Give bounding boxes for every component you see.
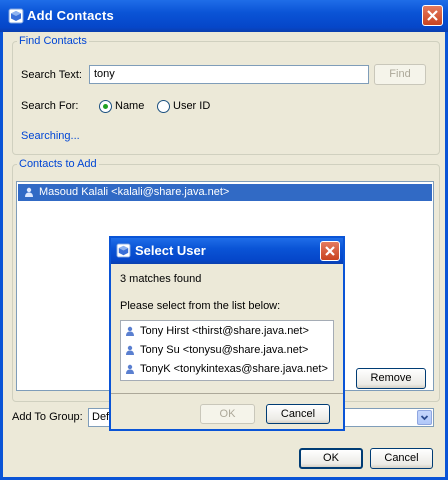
close-icon [427,10,438,21]
radio-name-label[interactable]: Name [115,100,144,112]
search-for-label: Search For: [21,100,79,112]
close-icon [325,246,335,256]
select-user-dialog: Select User 3 matches found Please selec… [109,236,345,431]
app-cube-icon [116,243,131,258]
list-item[interactable]: TonyK <tonykintexas@share.java.net> [125,360,328,378]
radio-user-id[interactable] [157,100,170,113]
search-text-label: Search Text: [21,69,82,81]
select-user-title: Select User [135,243,206,258]
list-item[interactable]: Masoud Kalali <kalali@share.java.net> [18,184,432,201]
dialog-content: Find Contacts Search Text: tony Find Sea… [3,32,445,477]
match-list[interactable]: Tony Hirst <thirst@share.java.net> Tony … [120,320,334,381]
match-label: TonyK <tonykintexas@share.java.net> [140,363,328,375]
search-text-input[interactable]: tony [89,65,369,84]
user-icon [25,187,33,198]
window-close-button[interactable] [422,5,443,26]
dialog-separator [111,393,343,394]
ok-button[interactable]: OK [299,448,363,469]
radio-name[interactable] [99,100,112,113]
radio-user-id-label[interactable]: User ID [173,100,210,112]
window-title: Add Contacts [27,8,114,23]
select-user-title-bar[interactable]: Select User [111,238,343,264]
chevron-down-icon [420,415,429,421]
user-icon [126,345,134,356]
user-icon [126,326,134,337]
match-label: Tony Su <tonysu@share.java.net> [140,344,309,356]
contact-label: Masoud Kalali <kalali@share.java.net> [39,186,230,198]
select-user-close-button[interactable] [320,241,340,261]
group-select-arrow[interactable] [417,410,432,425]
match-count-text: 3 matches found [120,273,202,285]
app-cube-icon [8,8,24,24]
add-to-group-label: Add To Group: [12,411,83,423]
select-user-ok-button[interactable]: OK [200,404,255,424]
search-text-value: tony [94,68,115,80]
list-item[interactable]: Tony Su <tonysu@share.java.net> [125,341,308,359]
window-title-bar[interactable]: Add Contacts [0,0,448,32]
remove-button[interactable]: Remove [356,368,426,389]
select-instruction: Please select from the list below: [120,300,281,312]
find-button[interactable]: Find [374,64,426,85]
cancel-button[interactable]: Cancel [370,448,433,469]
select-user-cancel-button[interactable]: Cancel [266,404,330,424]
radio-selected-dot [103,104,108,109]
find-contacts-legend: Find Contacts [19,35,87,47]
list-item[interactable]: Tony Hirst <thirst@share.java.net> [125,322,309,340]
contacts-to-add-legend: Contacts to Add [19,158,97,170]
search-status: Searching... [21,130,80,142]
user-icon [126,364,134,375]
match-label: Tony Hirst <thirst@share.java.net> [140,325,309,337]
